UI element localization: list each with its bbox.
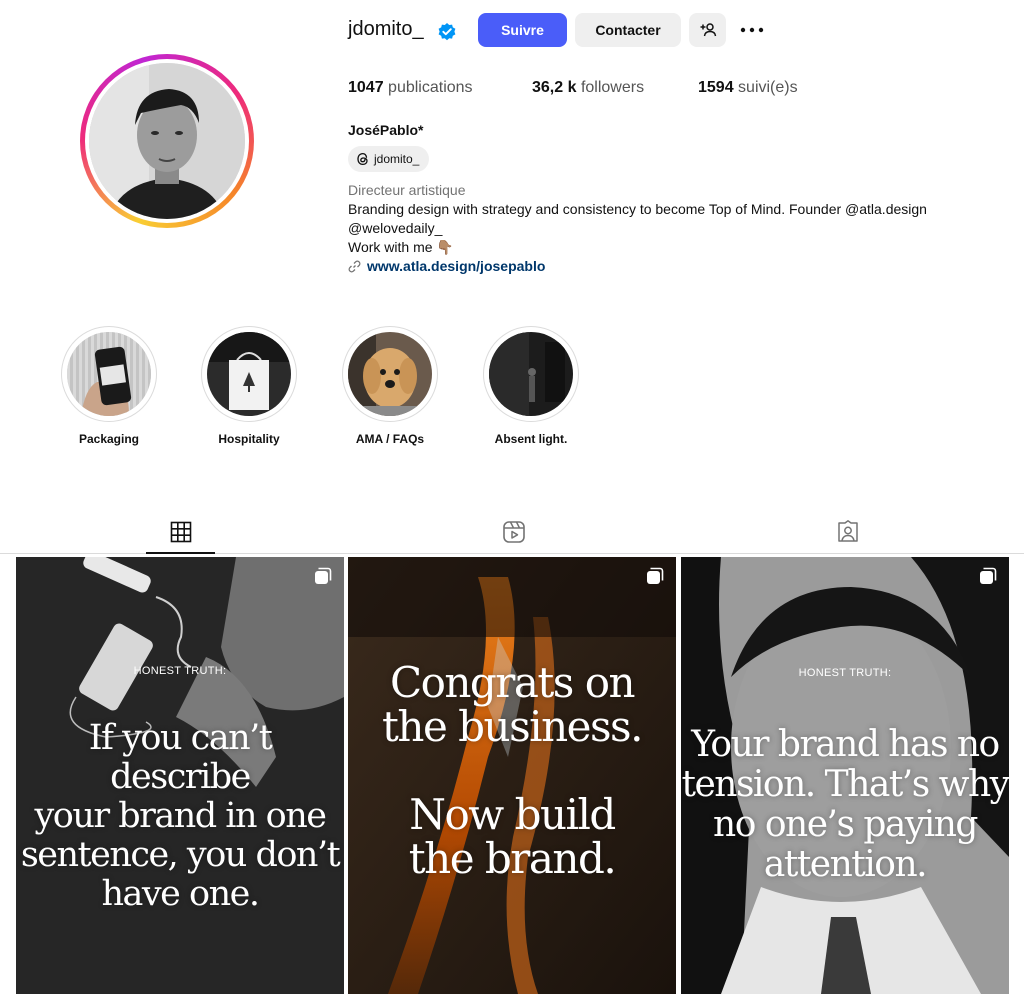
highlight-cover <box>207 332 291 416</box>
posts-count: 1047 publications <box>348 79 473 96</box>
add-person-icon <box>700 23 716 37</box>
highlight-cover <box>348 332 432 416</box>
carousel-icon <box>980 567 997 584</box>
profile-username: jdomito_ <box>348 18 424 40</box>
grid-icon <box>170 521 192 543</box>
highlight-label: Absent light. <box>494 432 568 446</box>
tab-posts[interactable] <box>167 518 195 546</box>
profile-avatar[interactable] <box>80 54 254 228</box>
highlight-ama-faqs[interactable]: AMA / FAQs <box>342 326 438 446</box>
post-tile[interactable]: HONEST TRUTH: Your brand has no tension.… <box>681 557 1009 994</box>
threads-icon <box>357 152 368 166</box>
highlight-cover <box>489 332 573 416</box>
bio-mention[interactable]: @welovedaily_ <box>348 220 442 236</box>
post-tile[interactable]: Congrats on the business. Now build the … <box>348 557 676 994</box>
avatar-photo <box>89 63 245 219</box>
bio-line: Branding design with strategy and consis… <box>348 201 927 217</box>
post-kicker: HONEST TRUTH: <box>133 665 227 677</box>
carousel-icon <box>315 567 332 584</box>
profile-link[interactable]: www.atla.design/josepablo <box>348 258 545 274</box>
tagged-icon <box>838 520 858 542</box>
tab-reels[interactable] <box>500 518 528 546</box>
post-caption-text: Your brand has no tension. That’s why no… <box>681 724 1009 885</box>
threads-handle: jdomito_ <box>374 152 420 166</box>
highlight-hospitality[interactable]: Hospitality <box>201 326 297 446</box>
post-caption-text: Congrats on the business. Now build the … <box>382 658 643 883</box>
verified-badge-icon <box>437 22 457 42</box>
active-tab-indicator <box>146 552 215 554</box>
reels-icon <box>503 521 525 543</box>
more-options-icon[interactable] <box>736 13 768 47</box>
threads-badge[interactable]: jdomito_ <box>348 146 430 172</box>
highlight-packaging[interactable]: Packaging <box>61 326 157 446</box>
link-icon <box>348 260 361 272</box>
followers-count[interactable]: 36,2 k followers <box>532 79 644 97</box>
post-tile[interactable]: HONEST TRUTH: If you can’t describe your… <box>16 557 344 994</box>
profile-link-text: www.atla.design/josepablo <box>367 258 546 274</box>
post-caption-text: If you can’t describe your brand in one … <box>20 718 341 914</box>
bio-line: Work with me 👇🏽 <box>348 239 454 255</box>
following-count[interactable]: 1594 suivi(e)s <box>698 79 798 97</box>
highlight-label: Packaging <box>78 432 140 446</box>
profile-display-name: JoséPablo* <box>348 122 424 138</box>
highlight-cover <box>67 332 151 416</box>
follow-button[interactable]: Suivre <box>478 13 567 47</box>
carousel-icon <box>647 567 664 584</box>
suggested-accounts-button[interactable] <box>689 13 726 47</box>
tab-tagged[interactable] <box>834 518 862 546</box>
contact-button[interactable]: Contacter <box>575 13 681 47</box>
highlight-label: Hospitality <box>218 432 280 446</box>
profile-category: Directeur artistique <box>348 182 466 198</box>
highlight-absent-light[interactable]: Absent light. <box>483 326 579 446</box>
post-kicker: HONEST TRUTH: <box>798 667 892 679</box>
highlight-label: AMA / FAQs <box>355 432 425 446</box>
